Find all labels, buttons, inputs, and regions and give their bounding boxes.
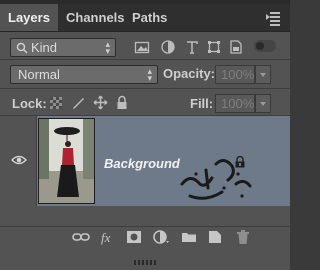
layer-lock-icon[interactable] — [234, 156, 246, 168]
new-group-folder-icon[interactable] — [180, 228, 198, 246]
tab-channels[interactable]: Channels — [58, 4, 125, 31]
chevron-updown-icon: ▴ ▾ — [105, 39, 110, 56]
lock-label: Lock: — [12, 96, 47, 111]
filter-kind-select[interactable]: Kind ▴ ▾ — [10, 38, 116, 57]
tab-layers-label: Layers — [8, 10, 50, 25]
search-icon — [16, 42, 28, 54]
opacity-label: Opacity: — [163, 66, 216, 81]
fill-dropdown-button[interactable] — [255, 94, 271, 113]
divider — [0, 88, 290, 89]
filter-toggle-knob — [256, 42, 264, 50]
layer-thumbnail — [38, 118, 95, 204]
pixel-layer-filter-icon[interactable] — [134, 39, 150, 55]
divider — [0, 59, 290, 60]
adjustment-layer-filter-icon[interactable] — [160, 39, 176, 55]
tab-channels-label: Channels — [66, 10, 125, 25]
layer-style-fx-icon[interactable]: fx — [99, 228, 117, 246]
blend-mode-value: Normal — [18, 67, 60, 82]
lock-all-icon[interactable] — [116, 95, 128, 110]
filter-toggle-switch[interactable] — [254, 40, 276, 52]
layer-name: Background — [104, 156, 180, 171]
lock-image-pixels-icon[interactable] — [71, 96, 85, 110]
fill-label: Fill: — [190, 96, 214, 111]
tab-paths-label: Paths — [132, 10, 168, 25]
type-layer-filter-icon[interactable] — [184, 39, 200, 55]
tab-layers[interactable]: Layers — [0, 4, 58, 31]
link-layers-icon[interactable] — [72, 228, 90, 246]
filter-kind-label: Kind — [31, 40, 58, 55]
svg-text:fx: fx — [101, 230, 111, 245]
new-layer-icon[interactable] — [206, 228, 224, 246]
chevron-updown-icon: ▴ ▾ — [147, 66, 152, 83]
smart-object-filter-icon[interactable] — [228, 39, 244, 55]
panel-menu-button[interactable] — [266, 10, 280, 26]
lock-position-icon[interactable] — [93, 95, 108, 110]
panel-tab-bar: Layers Channels Paths — [0, 4, 290, 32]
watermark-logo — [180, 159, 252, 200]
blend-mode-select[interactable]: Normal ▴ ▾ — [10, 65, 158, 84]
add-mask-icon[interactable] — [125, 228, 143, 246]
panel-resize-grip[interactable] — [134, 252, 158, 265]
trash-icon[interactable] — [234, 228, 252, 246]
eye-icon[interactable] — [11, 155, 27, 165]
opacity-input[interactable]: 100% — [215, 65, 255, 84]
lock-transparent-pixels-icon[interactable] — [49, 96, 63, 110]
tab-paths[interactable]: Paths — [124, 4, 178, 31]
adjustment-layer-icon[interactable] — [152, 228, 170, 246]
shape-layer-filter-icon[interactable] — [206, 39, 222, 55]
panel-menu-triangle-icon — [266, 14, 270, 20]
fill-input[interactable]: 100% — [215, 94, 255, 113]
layer-thumbnail-image — [39, 119, 94, 203]
opacity-dropdown-button[interactable] — [255, 65, 271, 84]
